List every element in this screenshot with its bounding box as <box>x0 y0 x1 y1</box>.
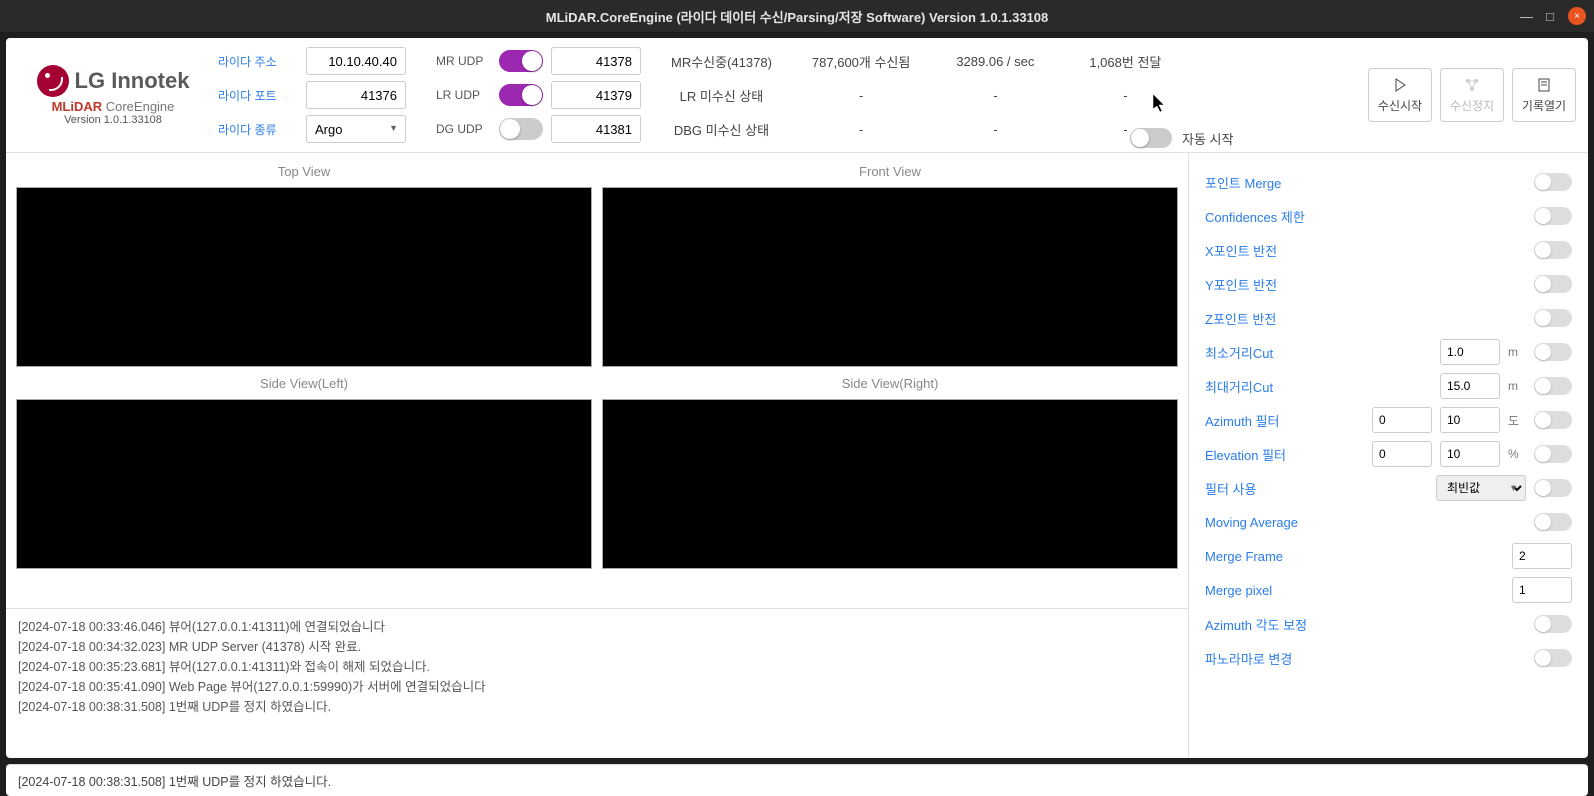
lidar-type-select[interactable]: Argo <box>306 115 406 143</box>
window-titlebar: MLiDAR.CoreEngine (라이다 데이터 수신/Parsing/저장… <box>0 0 1594 32</box>
minimize-icon[interactable]: — <box>1520 9 1532 24</box>
front-view-canvas[interactable] <box>602 187 1178 367</box>
panorama-toggle[interactable] <box>1534 649 1572 667</box>
top-toolbar: LG Innotek MLiDAR CoreEngine Version 1.0… <box>6 38 1588 153</box>
log-line: [2024-07-18 00:33:46.046] 뷰어(127.0.0.1:4… <box>18 617 1176 637</box>
auto-start-label: 자동 시작 <box>1182 129 1233 148</box>
close-icon[interactable]: × <box>1568 7 1586 25</box>
y-invert-label: Y포인트 반전 <box>1205 275 1526 294</box>
play-icon <box>1392 77 1408 93</box>
z-invert-label: Z포인트 반전 <box>1205 309 1526 328</box>
lidar-port-label: 라이다 포트 <box>218 87 288 104</box>
moving-average-toggle[interactable] <box>1534 513 1572 531</box>
window-title: MLiDAR.CoreEngine (라이다 데이터 수신/Parsing/저장… <box>546 7 1049 26</box>
status-bar: [2024-07-18 00:38:31.508] 1번째 UDP를 정지 하였… <box>6 764 1588 796</box>
stop-recv-button[interactable]: 수신정지 <box>1440 68 1504 122</box>
x-invert-label: X포인트 반전 <box>1205 241 1526 260</box>
front-view-title: Front View <box>602 164 1178 179</box>
filter-use-label: 필터 사용 <box>1205 479 1428 498</box>
stop-icon <box>1464 77 1480 93</box>
lidar-type-label: 라이다 종류 <box>218 121 288 138</box>
side-right-view-canvas[interactable] <box>602 399 1178 569</box>
recv-count: 787,600개 수신됨 <box>812 52 910 71</box>
panorama-label: 파노라마로 변경 <box>1205 649 1526 668</box>
lr-udp-port-input[interactable] <box>551 81 641 109</box>
confidences-limit-label: Confidences 제한 <box>1205 207 1526 226</box>
settings-sidebar: 포인트 Merge Confidences 제한 X포인트 반전 Y포인트 반전… <box>1188 153 1588 758</box>
side-left-view-title: Side View(Left) <box>16 376 592 391</box>
log-line: [2024-07-18 00:35:23.681] 뷰어(127.0.0.1:4… <box>18 657 1176 677</box>
fwd-count: 1,068번 전달 <box>1080 52 1170 71</box>
azimuth-angle-toggle[interactable] <box>1534 615 1572 633</box>
mr-udp-port-input[interactable] <box>551 47 641 75</box>
merge-pixel-input[interactable] <box>1512 577 1572 603</box>
open-log-button[interactable]: 기록열기 <box>1512 68 1576 122</box>
start-recv-button[interactable]: 수신시작 <box>1368 68 1432 122</box>
side-left-view-canvas[interactable] <box>16 399 592 569</box>
mr-udp-label: MR UDP <box>436 54 491 68</box>
max-cut-input[interactable] <box>1440 373 1500 399</box>
log-line: [2024-07-18 00:35:41.090] Web Page 뷰어(12… <box>18 677 1176 697</box>
recv-rate: 3289.06 / sec <box>950 54 1040 69</box>
x-invert-toggle[interactable] <box>1534 241 1572 259</box>
min-cut-toggle[interactable] <box>1534 343 1572 361</box>
azimuth-filter-toggle[interactable] <box>1534 411 1572 429</box>
mr-status: MR수신중(41378) <box>671 52 772 71</box>
filter-use-select[interactable]: 최빈값 <box>1436 475 1526 501</box>
min-cut-label: 최소거리Cut <box>1205 343 1432 362</box>
elevation-filter-toggle[interactable] <box>1534 445 1572 463</box>
log-line: [2024-07-18 00:38:31.508] 1번째 UDP를 정지 하였… <box>18 697 1176 717</box>
product-name: MLiDAR <box>52 99 103 114</box>
z-invert-toggle[interactable] <box>1534 309 1572 327</box>
view-grid: Top View Front View Side View(Left) Side… <box>6 153 1188 608</box>
top-view-title: Top View <box>16 164 592 179</box>
side-right-view-title: Side View(Right) <box>602 376 1178 391</box>
merge-frame-input[interactable] <box>1512 543 1572 569</box>
elevation-max-input[interactable] <box>1440 441 1500 467</box>
y-invert-toggle[interactable] <box>1534 275 1572 293</box>
point-merge-toggle[interactable] <box>1534 173 1572 191</box>
auto-start-toggle[interactable] <box>1130 128 1172 148</box>
lr-udp-toggle[interactable] <box>499 84 543 106</box>
version-text: Version 1.0.1.33108 <box>64 114 162 126</box>
lidar-addr-label: 라이다 주소 <box>218 53 288 70</box>
azimuth-angle-label: Azimuth 각도 보정 <box>1205 615 1526 634</box>
lidar-addr-input[interactable] <box>306 47 406 75</box>
max-cut-toggle[interactable] <box>1534 377 1572 395</box>
status-bar-text: [2024-07-18 00:38:31.508] 1번째 UDP를 정지 하였… <box>18 771 1576 790</box>
point-merge-label: 포인트 Merge <box>1205 173 1526 192</box>
log-panel: [2024-07-18 00:33:46.046] 뷰어(127.0.0.1:4… <box>6 608 1188 758</box>
moving-average-label: Moving Average <box>1205 515 1526 530</box>
dg-udp-toggle[interactable] <box>499 118 543 140</box>
dg-udp-port-input[interactable] <box>551 115 641 143</box>
azimuth-min-input[interactable] <box>1372 407 1432 433</box>
filter-use-toggle[interactable] <box>1534 479 1572 497</box>
logo-block: LG Innotek MLiDAR CoreEngine Version 1.0… <box>18 65 208 126</box>
dg-udp-label: DG UDP <box>436 122 491 136</box>
min-cut-input[interactable] <box>1440 339 1500 365</box>
log-line: [2024-07-18 00:34:32.023] MR UDP Server … <box>18 637 1176 657</box>
confidences-limit-toggle[interactable] <box>1534 207 1572 225</box>
maximize-icon[interactable]: □ <box>1544 9 1556 24</box>
lr-status: LR 미수신 상태 <box>671 86 772 105</box>
merge-pixel-label: Merge pixel <box>1205 583 1504 598</box>
max-cut-label: 최대거리Cut <box>1205 377 1432 396</box>
lr-udp-label: LR UDP <box>436 88 491 102</box>
mr-udp-toggle[interactable] <box>499 50 543 72</box>
document-icon <box>1536 77 1552 93</box>
dbg-status: DBG 미수신 상태 <box>671 120 772 139</box>
lidar-port-input[interactable] <box>306 81 406 109</box>
elevation-filter-label: Elevation 필터 <box>1205 445 1364 464</box>
top-view-canvas[interactable] <box>16 187 592 367</box>
lg-logo-icon <box>37 65 69 97</box>
azimuth-filter-label: Azimuth 필터 <box>1205 411 1364 430</box>
brand-text: LG Innotek <box>75 68 190 94</box>
merge-frame-label: Merge Frame <box>1205 549 1504 564</box>
azimuth-max-input[interactable] <box>1440 407 1500 433</box>
elevation-min-input[interactable] <box>1372 441 1432 467</box>
